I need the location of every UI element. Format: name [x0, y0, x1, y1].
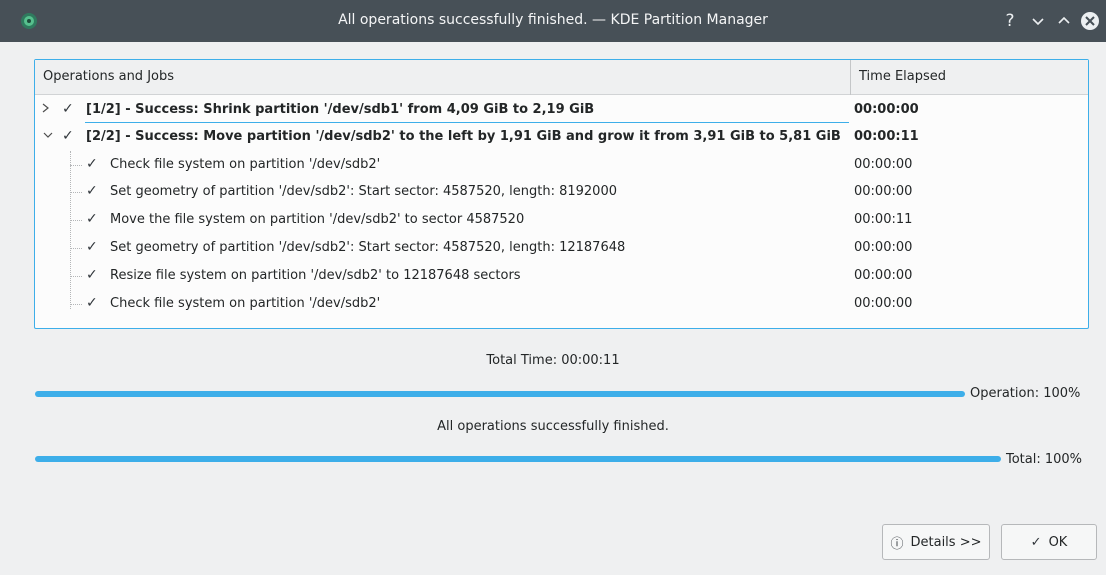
- check-icon: ✓: [1030, 534, 1042, 550]
- tree-branch-line: [70, 220, 82, 221]
- tree-row-job[interactable]: ✓ Check file system on partition '/dev/s…: [35, 151, 1088, 179]
- operation-time: 00:00:00: [854, 102, 919, 117]
- tree-branch-line: [70, 248, 82, 249]
- check-icon: ✓: [86, 211, 98, 227]
- title-bar[interactable]: All operations successfully finished. — …: [0, 0, 1106, 42]
- details-button-label: Details >>: [910, 534, 982, 550]
- tree-row-operation-2[interactable]: ✓ [2/2] - Success: Move partition '/dev/…: [35, 123, 1088, 151]
- tree-row-job[interactable]: ✓ Set geometry of partition '/dev/sdb2':…: [35, 178, 1088, 206]
- total-time-label: Total Time: 00:00:11: [486, 353, 620, 368]
- job-time: 00:00:00: [854, 157, 913, 172]
- ok-button-label: OK: [1048, 534, 1068, 550]
- tree-branch-line: [70, 276, 82, 277]
- help-icon: ?: [1005, 11, 1015, 31]
- chevron-down-icon[interactable]: [41, 128, 55, 145]
- check-icon: ✓: [86, 156, 98, 172]
- job-time: 00:00:00: [854, 184, 913, 199]
- tree-row-job[interactable]: ✓ Move the file system on partition '/de…: [35, 206, 1088, 234]
- info-icon: ⓘ: [890, 536, 904, 552]
- tree-branch-line: [70, 192, 82, 193]
- check-icon: ✓: [86, 183, 98, 199]
- column-header-operations[interactable]: Operations and Jobs: [43, 69, 174, 84]
- tree-row-job[interactable]: ✓ Resize file system on partition '/dev/…: [35, 262, 1088, 290]
- total-progress-bar: [35, 456, 1001, 462]
- chevron-up-icon: [1058, 16, 1070, 24]
- operation-time: 00:00:11: [854, 129, 919, 144]
- tree-row-job[interactable]: ✓ Set geometry of partition '/dev/sdb2':…: [35, 234, 1088, 262]
- job-time: 00:00:00: [854, 240, 913, 255]
- check-icon: ✓: [86, 267, 98, 283]
- job-label: Check file system on partition '/dev/sdb…: [110, 157, 381, 172]
- partition-manager-window: All operations successfully finished. — …: [0, 0, 1106, 575]
- check-icon: ✓: [62, 101, 74, 117]
- minimize-button[interactable]: [1026, 9, 1050, 33]
- job-time: 00:00:11: [854, 212, 913, 227]
- window-title: All operations successfully finished. — …: [338, 12, 768, 28]
- chevron-right-icon[interactable]: [41, 101, 51, 118]
- operation-label: [2/2] - Success: Move partition '/dev/sd…: [86, 129, 841, 144]
- operation-label: [1/2] - Success: Shrink partition '/dev/…: [86, 102, 595, 117]
- help-button[interactable]: ?: [998, 9, 1022, 33]
- operations-tree[interactable]: Operations and Jobs Time Elapsed ✓ [1/2]…: [34, 59, 1089, 329]
- total-progress-label: Total: 100%: [1006, 452, 1083, 467]
- operation-progress-bar: [35, 391, 965, 397]
- operation-progress-label: Operation: 100%: [970, 386, 1081, 401]
- ok-button[interactable]: ✓ OK: [1001, 524, 1097, 560]
- check-icon: ✓: [62, 128, 74, 144]
- maximize-button[interactable]: [1052, 9, 1076, 33]
- tree-branch-line: [70, 165, 82, 166]
- job-label: Set geometry of partition '/dev/sdb2': S…: [110, 240, 626, 255]
- job-label: Resize file system on partition '/dev/sd…: [110, 268, 521, 283]
- tree-header: Operations and Jobs Time Elapsed: [35, 60, 1088, 95]
- job-time: 00:00:00: [854, 296, 913, 311]
- column-header-time[interactable]: Time Elapsed: [859, 69, 946, 84]
- details-button[interactable]: ⓘ Details >>: [882, 524, 990, 560]
- column-divider[interactable]: [850, 60, 851, 95]
- status-message: All operations successfully finished.: [437, 419, 669, 434]
- close-button[interactable]: [1078, 9, 1102, 33]
- job-label: Move the file system on partition '/dev/…: [110, 212, 525, 227]
- check-icon: ✓: [86, 295, 98, 311]
- job-time: 00:00:00: [854, 268, 913, 283]
- close-icon: [1081, 12, 1099, 30]
- check-icon: ✓: [86, 239, 98, 255]
- job-label: Set geometry of partition '/dev/sdb2': S…: [110, 184, 617, 199]
- tree-row-job[interactable]: ✓ Check file system on partition '/dev/s…: [35, 290, 1088, 318]
- job-label: Check file system on partition '/dev/sdb…: [110, 296, 381, 311]
- tree-branch-line: [70, 304, 82, 305]
- tree-row-operation-1[interactable]: ✓ [1/2] - Success: Shrink partition '/de…: [35, 96, 1088, 124]
- chevron-down-icon: [1032, 18, 1044, 26]
